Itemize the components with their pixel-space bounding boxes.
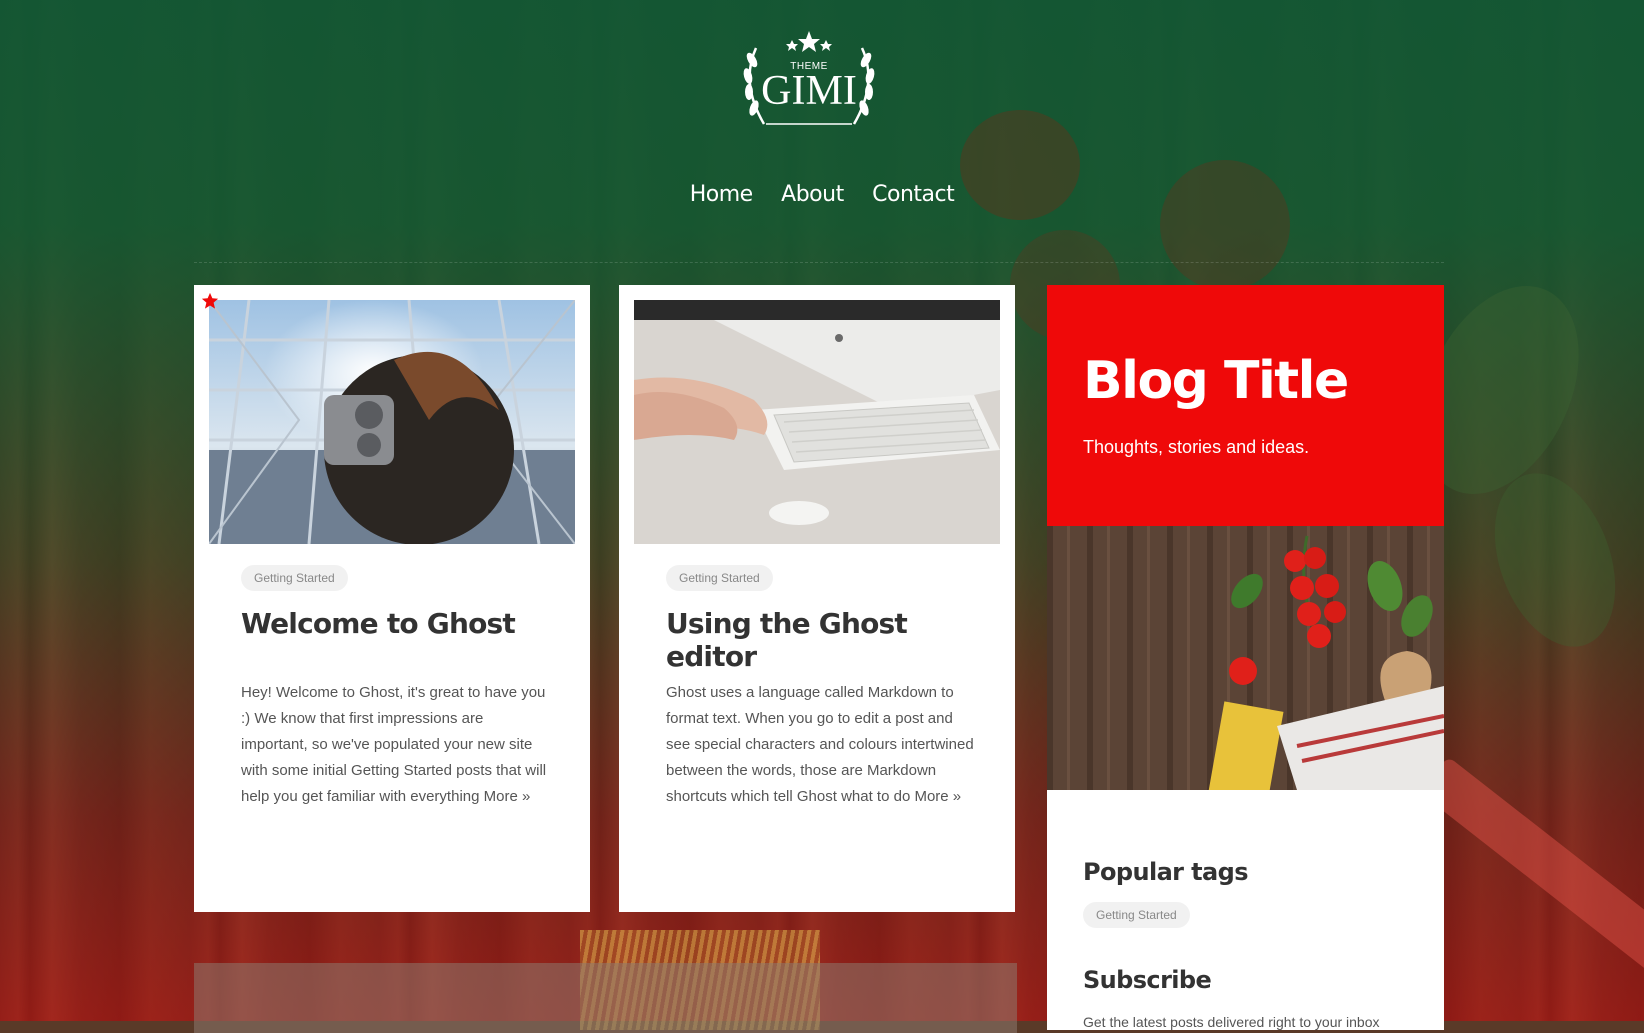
post-title[interactable]: Welcome to Ghost xyxy=(241,607,561,640)
post-excerpt-text: Ghost uses a language called Markdown to… xyxy=(666,684,974,805)
next-post-card[interactable] xyxy=(194,963,1017,1033)
post-image-keyboard xyxy=(634,300,1000,544)
sidebar-image-tomatoes-pasta xyxy=(1047,526,1444,790)
post-card[interactable]: Getting Started Welcome to Ghost Hey! We… xyxy=(194,285,590,912)
nav-item-about[interactable]: About xyxy=(781,182,844,207)
logo-wordmark: GIMI xyxy=(761,68,857,114)
post-card[interactable]: Getting Started Using the Ghost editor G… xyxy=(619,285,1015,912)
blog-title-panel: Blog Title Thoughts, stories and ideas. xyxy=(1047,285,1444,526)
background-tomato xyxy=(1160,160,1290,290)
sidebar-image xyxy=(1047,526,1444,790)
post-image-observation-deck xyxy=(209,300,575,544)
sidebar-widgets: Popular tags Getting Started Subscribe G… xyxy=(1047,790,1444,1030)
read-more-link[interactable]: More » xyxy=(484,788,531,805)
featured-star-icon xyxy=(201,292,219,309)
nav-item-home[interactable]: Home xyxy=(690,182,753,207)
post-tag[interactable]: Getting Started xyxy=(666,565,773,591)
blog-description: Thoughts, stories and ideas. xyxy=(1083,437,1310,457)
post-excerpt: Ghost uses a language called Markdown to… xyxy=(666,680,976,810)
post-excerpt: Hey! Welcome to Ghost, it's great to hav… xyxy=(241,680,551,810)
post-tag[interactable]: Getting Started xyxy=(241,565,348,591)
post-thumbnail[interactable] xyxy=(209,300,575,544)
post-excerpt-text: Hey! Welcome to Ghost, it's great to hav… xyxy=(241,684,547,805)
read-more-link[interactable]: More » xyxy=(914,788,961,805)
site-logo[interactable]: THEME GIMI xyxy=(734,28,884,136)
main-nav: Home About Contact xyxy=(0,182,1644,207)
post-title[interactable]: Using the Ghost editor xyxy=(666,607,986,673)
popular-tags-heading: Popular tags xyxy=(1083,858,1248,886)
tag-chip[interactable]: Getting Started xyxy=(1083,902,1190,928)
subscribe-text: Get the latest posts delivered right to … xyxy=(1083,1014,1380,1030)
blog-title: Blog Title xyxy=(1083,351,1349,411)
nav-divider xyxy=(194,262,1444,263)
nav-item-contact[interactable]: Contact xyxy=(872,182,955,207)
post-thumbnail[interactable] xyxy=(634,300,1000,544)
subscribe-heading: Subscribe xyxy=(1083,966,1212,994)
